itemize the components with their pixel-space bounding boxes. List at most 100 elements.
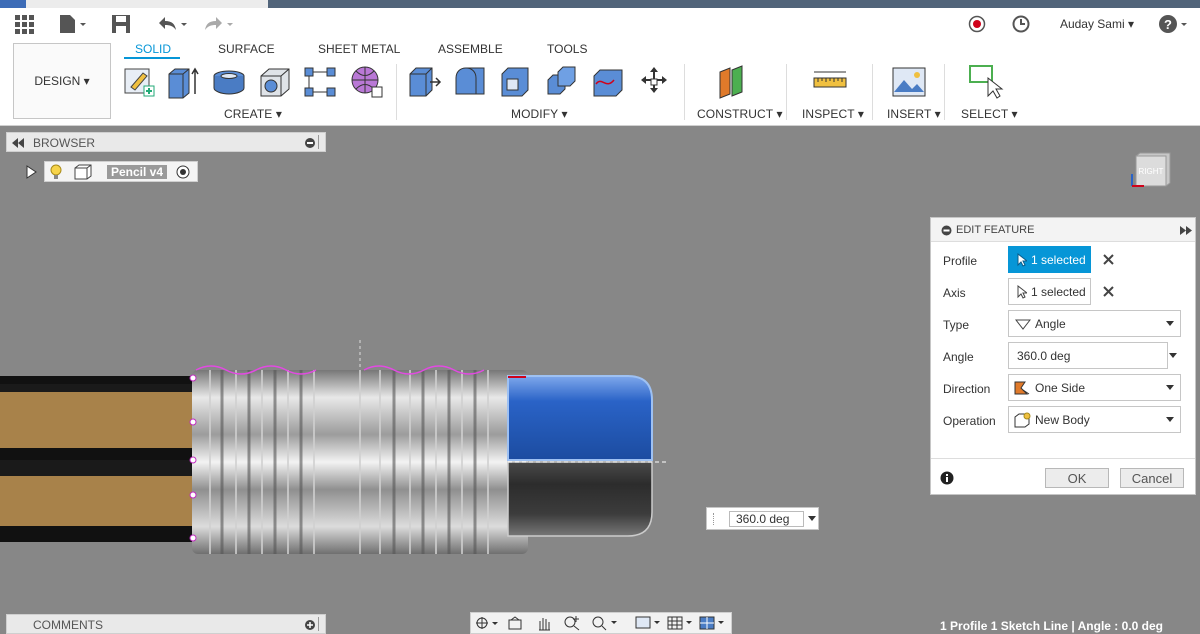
component-icon (74, 164, 92, 180)
measure-icon[interactable] (812, 64, 848, 100)
collapse-panel-icon[interactable] (12, 138, 24, 148)
shell-icon[interactable] (498, 64, 534, 100)
zoom-icon[interactable] (563, 615, 581, 631)
group-create-label: CREATE (224, 107, 273, 121)
chevron-down-icon[interactable] (808, 516, 816, 522)
create-sketch-icon[interactable] (122, 64, 158, 100)
redo-icon[interactable] (202, 13, 234, 35)
user-account-menu[interactable]: Auday Sami ▾ (1060, 17, 1134, 31)
look-at-icon[interactable] (507, 616, 523, 630)
edit-feature-dialog: EDIT FEATURE Profile 1 selected Axis 1 s… (930, 217, 1196, 495)
axis-value: 1 selected (1031, 284, 1086, 299)
dialog-minimize-icon[interactable] (941, 225, 952, 236)
save-icon[interactable] (111, 13, 131, 35)
orbit-icon[interactable] (475, 616, 499, 630)
tab-solid[interactable]: SOLID (135, 42, 171, 56)
comments-panel-header[interactable]: COMMENTS (6, 614, 326, 634)
type-label: Type (943, 318, 970, 332)
tab-tools[interactable]: TOOLS (547, 42, 587, 56)
angle-type-icon (1015, 318, 1031, 330)
application-bar: Auday Sami ▾ ? (0, 8, 1200, 40)
cancel-button[interactable]: Cancel (1120, 468, 1184, 488)
browser-node-pencil[interactable]: Pencil v4 (44, 161, 198, 182)
viewcube[interactable]: RIGHT (1128, 150, 1176, 198)
group-modify-label: MODIFY (511, 107, 559, 121)
dialog-title: EDIT FEATURE (956, 224, 1035, 236)
angle-input[interactable]: 360.0 deg (1008, 342, 1168, 369)
replace-face-icon[interactable] (590, 64, 626, 100)
direction-value: One Side (1035, 380, 1086, 395)
ferrule (189, 340, 528, 554)
file-menu-icon[interactable] (58, 13, 88, 35)
clear-axis-icon[interactable] (1103, 286, 1114, 297)
move-icon[interactable] (636, 64, 672, 100)
revolve-icon[interactable] (211, 64, 247, 100)
tab-surface[interactable]: SURFACE (218, 42, 275, 56)
undo-icon[interactable] (156, 13, 188, 35)
hole-icon[interactable] (257, 64, 293, 100)
add-comment-icon[interactable] (304, 619, 316, 631)
navigation-bar (470, 612, 732, 634)
fillet-icon[interactable] (452, 64, 488, 100)
job-status-clock-icon[interactable] (1011, 13, 1031, 35)
insert-canvas-icon[interactable] (891, 64, 927, 100)
grid-settings-icon[interactable] (667, 615, 695, 631)
pencil-model[interactable] (0, 330, 680, 560)
group-divider (786, 64, 787, 120)
offset-plane-icon[interactable] (716, 64, 752, 100)
group-create[interactable]: CREATE ▾ (224, 107, 282, 121)
group-select[interactable]: SELECT ▾ (961, 107, 1018, 121)
browser-panel-header[interactable]: BROWSER (6, 132, 326, 152)
expand-dialog-icon[interactable] (1180, 226, 1192, 235)
fit-zoom-icon[interactable] (591, 615, 619, 631)
expand-tree-icon[interactable] (25, 165, 37, 179)
pin-panel-icon[interactable] (304, 137, 316, 149)
chevron-down-icon (1166, 320, 1174, 327)
visibility-bulb-icon[interactable] (50, 164, 62, 180)
press-pull-icon[interactable] (406, 64, 442, 100)
extrude-icon[interactable] (165, 64, 201, 100)
combine-icon[interactable] (544, 64, 580, 100)
angle-manipulator-value[interactable]: 360.0 deg (729, 511, 804, 527)
document-tab[interactable] (0, 0, 268, 8)
tab-assemble[interactable]: ASSEMBLE (438, 42, 503, 56)
workspace-switcher-button[interactable]: DESIGN ▾ (13, 43, 111, 119)
panel-grip[interactable] (318, 135, 319, 149)
ok-button[interactable]: OK (1045, 468, 1109, 488)
viewports-icon[interactable] (699, 615, 729, 631)
group-construct[interactable]: CONSTRUCT ▾ (697, 107, 783, 121)
clear-profile-icon[interactable] (1103, 254, 1114, 265)
grip-handle (713, 513, 714, 525)
select-window-icon[interactable] (968, 64, 1004, 100)
eraser (507, 375, 668, 537)
browser-node-label: Pencil v4 (107, 165, 168, 179)
pan-hand-icon[interactable] (535, 615, 553, 631)
activate-component-icon[interactable] (176, 165, 190, 179)
display-settings-icon[interactable] (635, 615, 663, 631)
profile-selection[interactable]: 1 selected (1008, 246, 1091, 273)
form-icon[interactable] (303, 64, 339, 100)
axis-selection[interactable]: 1 selected (1008, 278, 1091, 305)
help-icon[interactable]: ? (1158, 13, 1190, 35)
status-bar-text: 1 Profile 1 Sketch Line | Angle : 0.0 de… (940, 619, 1163, 633)
group-insert[interactable]: INSERT ▾ (887, 107, 941, 121)
direction-dropdown[interactable]: One Side (1008, 374, 1181, 401)
group-inspect[interactable]: INSPECT ▾ (802, 107, 864, 121)
dialog-header[interactable]: EDIT FEATURE (931, 218, 1195, 242)
type-dropdown[interactable]: Angle (1008, 310, 1181, 337)
operation-dropdown[interactable]: New Body (1008, 406, 1181, 433)
group-modify[interactable]: MODIFY ▾ (511, 107, 568, 121)
insert-mesh-icon[interactable] (349, 64, 385, 100)
window-tab-strip (0, 0, 1200, 8)
tab-sheet-metal[interactable]: SHEET METAL (318, 42, 400, 56)
angle-dropdown-chevron-icon[interactable] (1169, 353, 1177, 359)
cursor-arrow-icon (1017, 284, 1027, 299)
record-icon[interactable] (967, 13, 987, 35)
panel-grip[interactable] (318, 617, 319, 631)
info-icon[interactable] (940, 471, 954, 485)
group-construct-label: CONSTRUCT (697, 107, 774, 121)
direction-label: Direction (943, 382, 991, 396)
group-select-label: SELECT (961, 107, 1009, 121)
data-panel-grid-icon[interactable] (14, 13, 34, 35)
angle-manipulator-input[interactable]: 360.0 deg (706, 507, 819, 530)
